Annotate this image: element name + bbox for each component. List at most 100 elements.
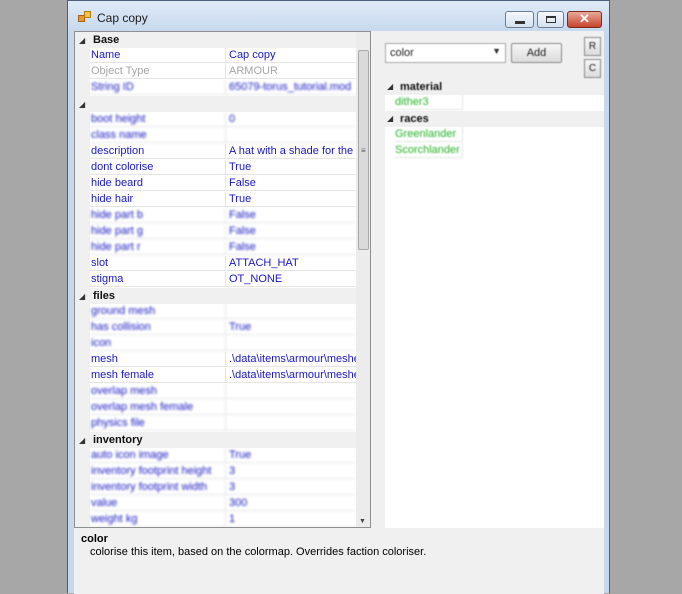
category-row[interactable]: ◢ Base bbox=[75, 32, 370, 48]
property-row[interactable]: Object Type ARMOUR bbox=[75, 64, 370, 80]
property-row[interactable]: weight kg 1 bbox=[75, 512, 370, 527]
reference-item[interactable]: dither3 bbox=[385, 95, 604, 111]
property-name: String ID bbox=[90, 80, 226, 95]
reference-type-value: color bbox=[390, 47, 414, 59]
property-value[interactable] bbox=[226, 128, 356, 143]
property-grid-rows: ◢ Base Name Cap copy Object Type ARMOUR String… bbox=[75, 32, 370, 527]
collapse-icon[interactable]: ◢ bbox=[79, 97, 85, 113]
property-row[interactable]: stigma OT_NONE bbox=[75, 272, 370, 288]
property-value[interactable]: True bbox=[226, 192, 356, 207]
property-value[interactable]: 1 bbox=[226, 512, 356, 527]
property-value[interactable] bbox=[226, 400, 356, 415]
description-text: colorise this item, based on the colorma… bbox=[90, 546, 427, 558]
property-value[interactable] bbox=[226, 336, 356, 351]
side-button-r[interactable]: R bbox=[584, 37, 601, 56]
chevron-down-icon[interactable]: ▼ bbox=[492, 46, 501, 56]
property-row[interactable]: hide beard False bbox=[75, 176, 370, 192]
property-row[interactable]: has collision True bbox=[75, 320, 370, 336]
property-value[interactable]: .\data\items\armour\meshe bbox=[226, 368, 356, 383]
scrollbar-thumb[interactable]: ≡ bbox=[358, 50, 369, 250]
property-row[interactable]: icon bbox=[75, 336, 370, 352]
scroll-down-icon[interactable]: ▼ bbox=[359, 518, 366, 525]
property-row[interactable]: inventory footprint width 3 bbox=[75, 480, 370, 496]
row-margin bbox=[75, 128, 90, 144]
property-row[interactable]: mesh female .\data\items\armour\meshe bbox=[75, 368, 370, 384]
row-margin bbox=[75, 176, 90, 192]
collapse-icon[interactable]: ◢ bbox=[387, 79, 393, 95]
property-grid-scrollbar[interactable]: ≡ ▼ bbox=[356, 32, 370, 527]
collapse-icon[interactable]: ◢ bbox=[79, 289, 85, 305]
category-row[interactable]: ◢ inventory bbox=[75, 432, 370, 448]
property-name: slot bbox=[90, 256, 226, 271]
reference-item[interactable]: Greenlander bbox=[385, 127, 604, 143]
property-value[interactable]: False bbox=[226, 224, 356, 239]
property-value[interactable]: False bbox=[226, 208, 356, 223]
description-panel: color colorise this item, based on the c… bbox=[74, 528, 604, 594]
reference-list: ◢ material dither3 ◢ races Greenlander Scorchl… bbox=[385, 79, 604, 528]
property-value[interactable]: 65079-torus_tutorial.mod bbox=[226, 80, 356, 95]
row-margin bbox=[75, 144, 90, 160]
row-margin bbox=[75, 208, 90, 224]
close-icon: ✕ bbox=[579, 11, 590, 26]
category-row[interactable]: ◢ bbox=[75, 96, 370, 112]
title-bar[interactable]: Cap copy ✕ bbox=[68, 1, 609, 31]
property-value[interactable]: False bbox=[226, 176, 356, 191]
property-row[interactable]: Name Cap copy bbox=[75, 48, 370, 64]
property-row[interactable]: slot ATTACH_HAT bbox=[75, 256, 370, 272]
maximize-button[interactable] bbox=[537, 11, 564, 28]
property-row[interactable]: dont colorise True bbox=[75, 160, 370, 176]
property-row[interactable]: auto icon image True bbox=[75, 448, 370, 464]
category-row[interactable]: ◢ files bbox=[75, 288, 370, 304]
reference-category[interactable]: ◢ races bbox=[385, 111, 604, 127]
property-row[interactable]: overlap mesh female bbox=[75, 400, 370, 416]
property-value[interactable]: 3 bbox=[226, 464, 356, 479]
row-margin bbox=[75, 320, 90, 336]
property-row[interactable]: description A hat with a shade for the e bbox=[75, 144, 370, 160]
property-value[interactable]: True bbox=[226, 448, 356, 463]
collapse-icon[interactable]: ◢ bbox=[79, 433, 85, 449]
add-button[interactable]: Add bbox=[511, 43, 562, 63]
row-margin bbox=[75, 448, 90, 464]
property-value[interactable]: 0 bbox=[226, 112, 356, 127]
property-value[interactable] bbox=[226, 384, 356, 399]
property-row[interactable]: hide part b False bbox=[75, 208, 370, 224]
property-row[interactable]: hide part g False bbox=[75, 224, 370, 240]
property-value[interactable]: False bbox=[226, 240, 356, 255]
property-row[interactable]: inventory footprint height 3 bbox=[75, 464, 370, 480]
property-value[interactable]: 300 bbox=[226, 496, 356, 511]
property-value[interactable]: True bbox=[226, 160, 356, 175]
category-label: files bbox=[93, 290, 116, 302]
reference-item[interactable]: Scorchlander bbox=[385, 143, 604, 159]
minimize-button[interactable] bbox=[505, 11, 534, 28]
reference-category[interactable]: ◢ material bbox=[385, 79, 604, 95]
property-name: weight kg bbox=[90, 512, 226, 527]
row-margin bbox=[75, 512, 90, 527]
side-button-c[interactable]: C bbox=[584, 59, 601, 78]
property-row[interactable]: mesh .\data\items\armour\meshe bbox=[75, 352, 370, 368]
reference-type-select[interactable]: color ▼ bbox=[385, 43, 506, 63]
property-row[interactable]: class name bbox=[75, 128, 370, 144]
collapse-icon[interactable]: ◢ bbox=[79, 33, 85, 49]
property-value[interactable]: True bbox=[226, 320, 356, 335]
maximize-icon bbox=[546, 16, 556, 23]
property-row[interactable]: hide part r False bbox=[75, 240, 370, 256]
property-row[interactable]: hide hair True bbox=[75, 192, 370, 208]
reference-item-label: Greenlander bbox=[395, 127, 463, 142]
property-value[interactable]: ARMOUR bbox=[226, 64, 356, 79]
close-button[interactable]: ✕ bbox=[567, 11, 602, 28]
property-row[interactable]: String ID 65079-torus_tutorial.mod bbox=[75, 80, 370, 96]
property-row[interactable]: value 300 bbox=[75, 496, 370, 512]
property-row[interactable]: ground mesh bbox=[75, 304, 370, 320]
property-value[interactable]: OT_NONE bbox=[226, 272, 356, 287]
property-value[interactable]: 3 bbox=[226, 480, 356, 495]
property-value[interactable]: A hat with a shade for the e bbox=[226, 144, 356, 159]
property-value[interactable] bbox=[226, 416, 356, 431]
property-value[interactable]: .\data\items\armour\meshe bbox=[226, 352, 356, 367]
property-row[interactable]: physics file bbox=[75, 416, 370, 432]
collapse-icon[interactable]: ◢ bbox=[387, 111, 393, 127]
property-row[interactable]: overlap mesh bbox=[75, 384, 370, 400]
property-value[interactable]: ATTACH_HAT bbox=[226, 256, 356, 271]
property-row[interactable]: boot height 0 bbox=[75, 112, 370, 128]
property-value[interactable]: Cap copy bbox=[226, 48, 356, 63]
property-value[interactable] bbox=[226, 304, 356, 319]
